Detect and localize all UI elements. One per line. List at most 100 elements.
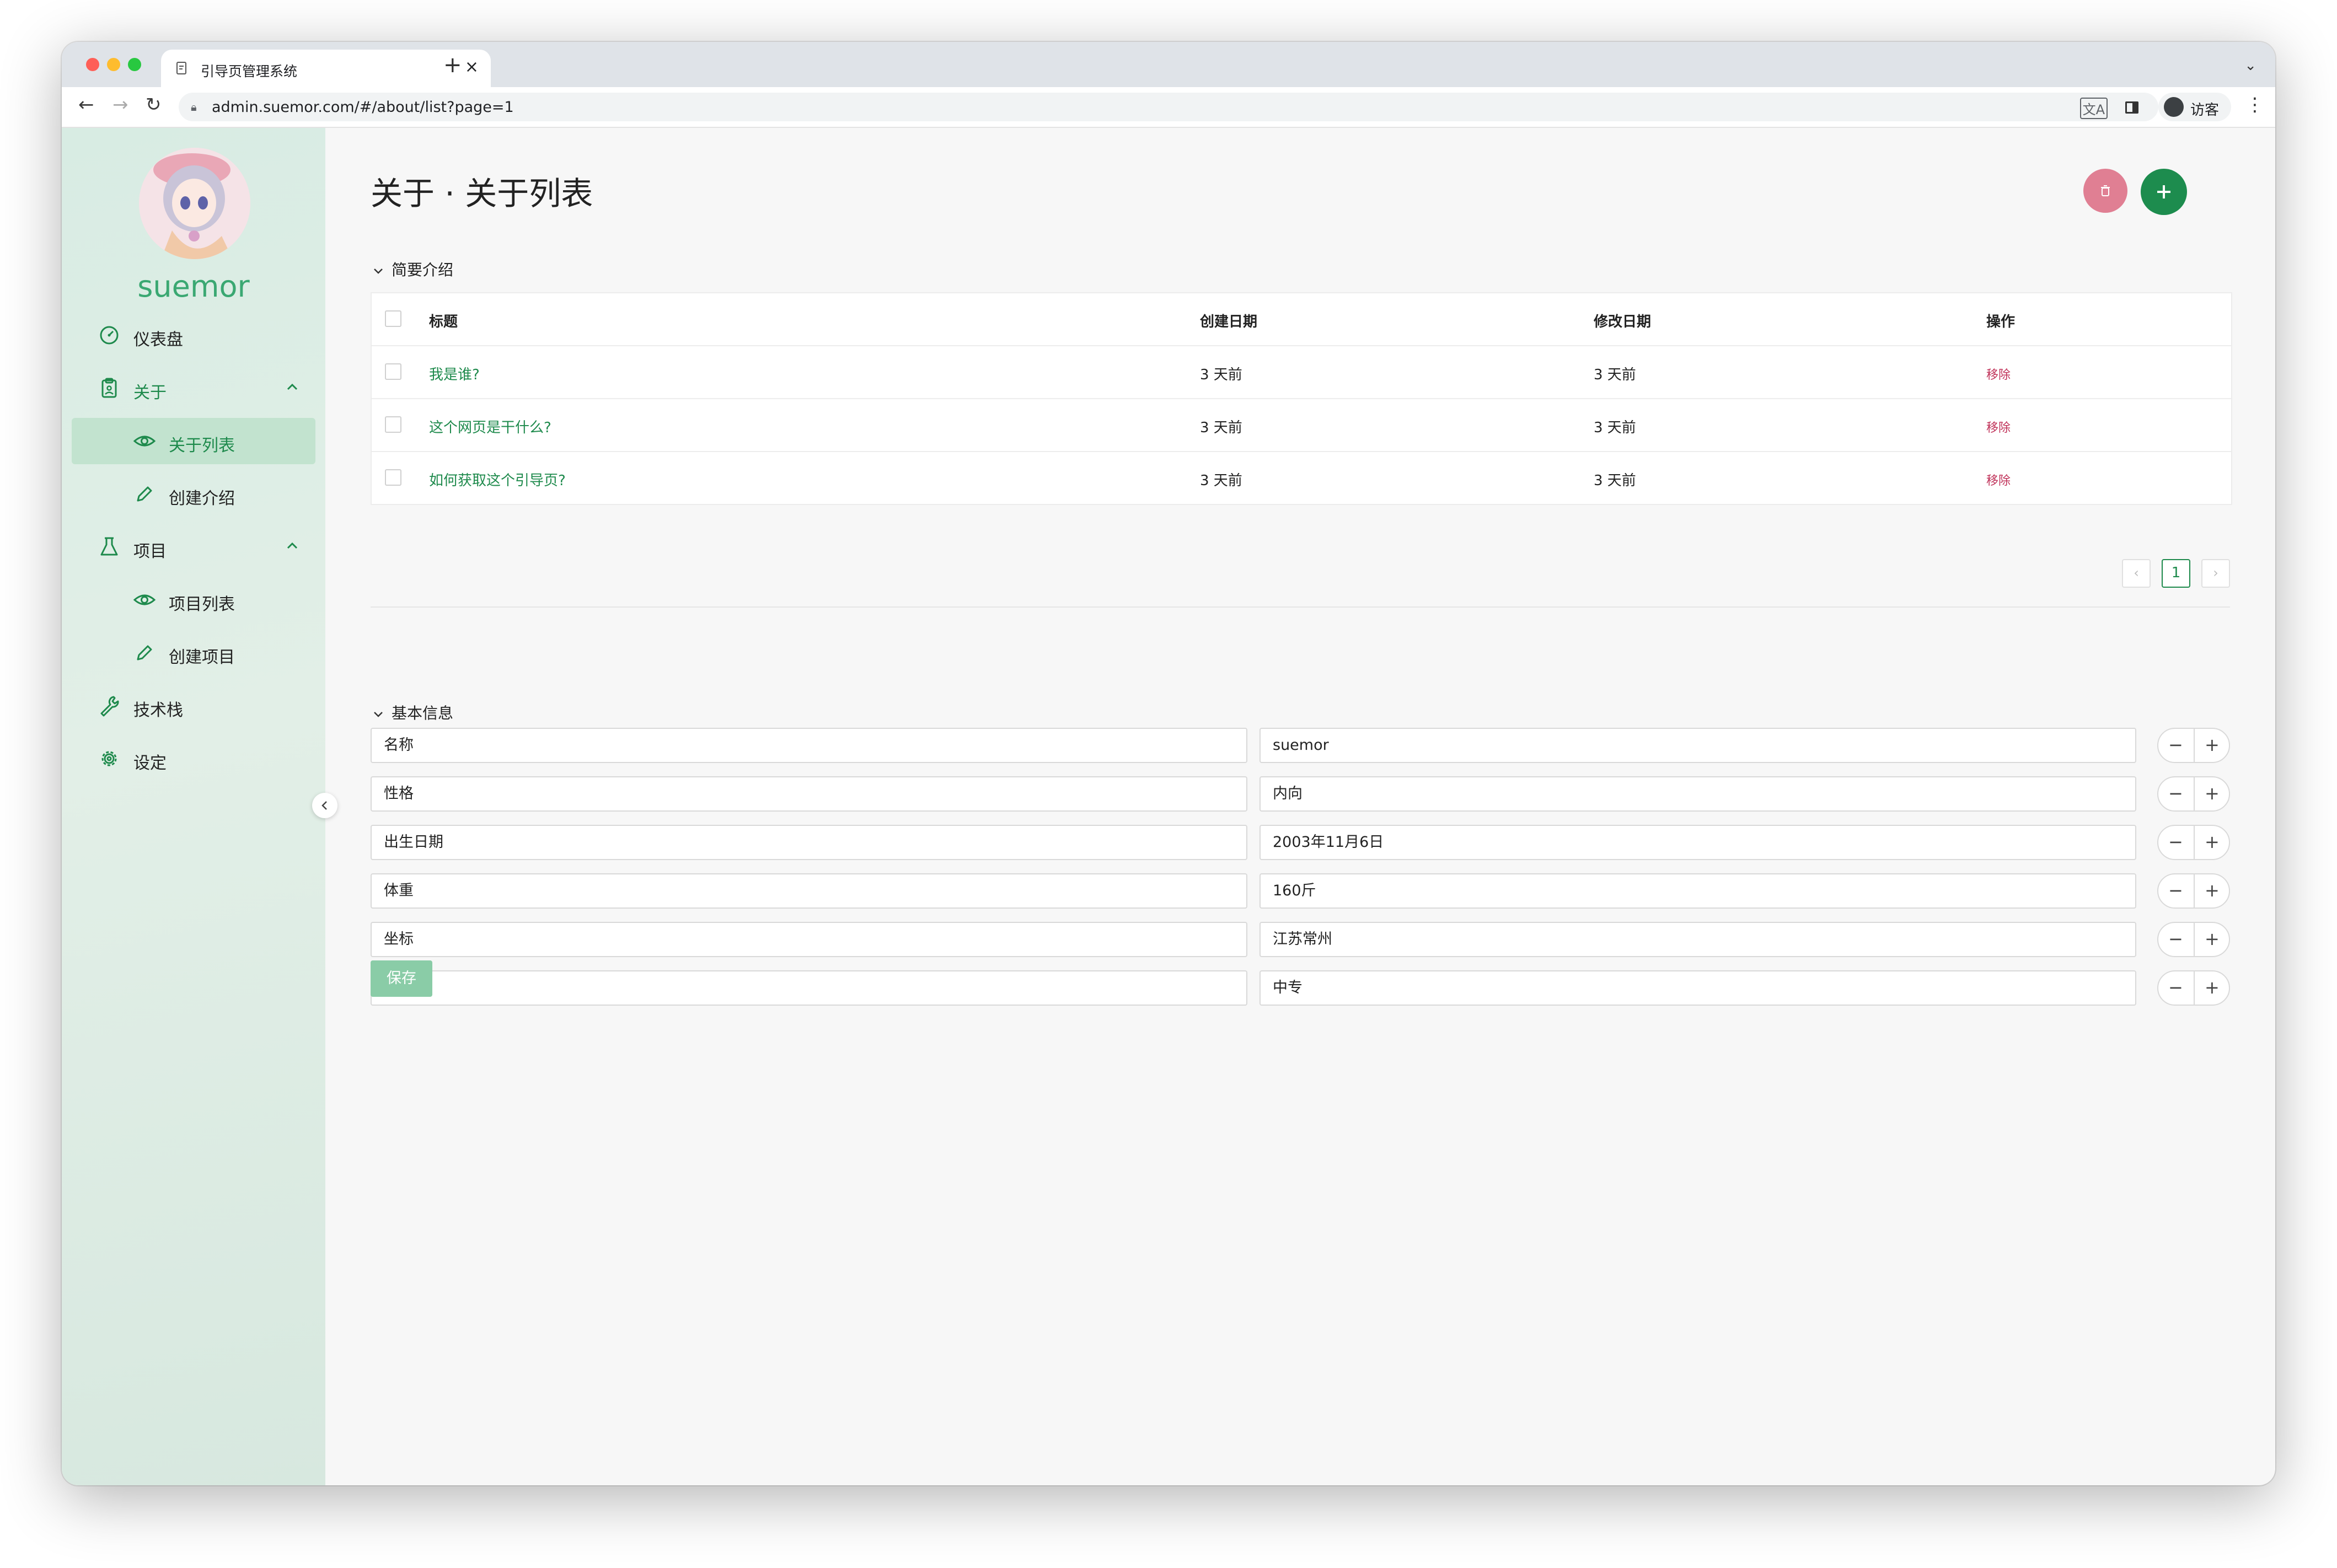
remove-row-icon[interactable]: − xyxy=(2168,783,2183,803)
wrench-icon xyxy=(100,696,119,717)
remove-row-icon[interactable]: − xyxy=(2168,880,2183,900)
basic-info-section-toggle[interactable]: 基本信息 xyxy=(372,701,453,723)
sidebar-item-about-list[interactable]: 关于列表 xyxy=(72,418,315,464)
select-all-checkbox[interactable] xyxy=(385,310,401,327)
column-header-title[interactable]: 标题 xyxy=(429,310,458,331)
lock-icon[interactable]: 🔒︎ xyxy=(191,100,197,114)
browser-tab[interactable]: 引导页管理系统 × xyxy=(161,50,491,87)
section-title: 基本信息 xyxy=(392,704,454,722)
tab-search-chevron-icon[interactable]: ⌄ xyxy=(2244,57,2256,74)
row-stepper: − + xyxy=(2157,873,2230,909)
browser-menu-icon[interactable]: ⋮ xyxy=(2245,94,2264,116)
sidebar-item-label: 设定 xyxy=(133,754,167,773)
row-created: 3 天前 xyxy=(1200,472,1242,489)
column-header-created[interactable]: 创建日期 xyxy=(1200,310,1257,331)
add-row-icon[interactable]: + xyxy=(2205,929,2220,949)
pencil-icon xyxy=(137,645,152,661)
tab-strip: 引导页管理系统 × + ⌄ xyxy=(62,42,2275,87)
sidebar-item-tech-stack[interactable]: 技术栈 xyxy=(72,683,315,729)
about-table: 标题 创建日期 修改日期 操作 我是谁? 3 天前 3 天前 移除 这个网页是干… xyxy=(371,292,2232,505)
remove-row-icon[interactable]: − xyxy=(2168,735,2183,755)
sidebar-item-project-list[interactable]: 项目列表 xyxy=(72,577,315,623)
chevron-down-icon xyxy=(374,269,383,274)
field-value-input[interactable]: 2003年11月6日 xyxy=(1259,825,2136,860)
section-divider xyxy=(371,606,2230,608)
chevron-up-icon[interactable] xyxy=(281,376,303,398)
field-value-input[interactable]: 江苏常州 xyxy=(1259,922,2136,957)
field-key-input[interactable]: 学历 xyxy=(371,970,1247,1006)
field-value-input[interactable]: suemor xyxy=(1259,728,2136,763)
sidebar-item-create-project[interactable]: 创建项目 xyxy=(72,630,315,676)
pagination-page-1[interactable]: 1 xyxy=(2162,559,2190,588)
sidebar-item-label: 关于 xyxy=(133,383,167,402)
browser-window: 引导页管理系统 × + ⌄ ← → ↻ 🔒︎ admin.suemor.com/… xyxy=(62,42,2275,1485)
sidebar-item-label: 项目列表 xyxy=(169,595,235,614)
pagination-prev-button[interactable]: ‹ xyxy=(2122,559,2151,588)
pencil-icon xyxy=(137,486,152,502)
row-checkbox[interactable] xyxy=(385,363,401,380)
trash-icon xyxy=(2101,185,2110,196)
intro-section-toggle[interactable]: 简要介绍 xyxy=(372,258,453,280)
remove-button[interactable]: 移除 xyxy=(1986,471,2011,488)
field-key-input[interactable]: 出生日期 xyxy=(371,825,1247,860)
profile-button[interactable]: 访客 xyxy=(2158,93,2231,121)
row-title-link[interactable]: 我是谁? xyxy=(429,363,480,384)
profile-name: 访客 xyxy=(2190,102,2220,119)
add-row-icon[interactable]: + xyxy=(2205,978,2220,997)
row-title-link[interactable]: 如何获取这个引导页? xyxy=(429,469,566,490)
remove-row-icon[interactable]: − xyxy=(2168,929,2183,949)
add-row-icon[interactable]: + xyxy=(2205,783,2220,803)
save-button[interactable]: 保存 xyxy=(371,960,432,997)
field-key-input[interactable]: 名称 xyxy=(371,728,1247,763)
delete-button[interactable] xyxy=(2083,169,2127,213)
remove-row-icon[interactable]: − xyxy=(2168,978,2183,997)
minimize-window-button[interactable] xyxy=(107,58,120,71)
sidebar-item-create-intro[interactable]: 创建介绍 xyxy=(72,471,315,517)
sidebar-item-projects[interactable]: 项目 xyxy=(72,524,315,570)
sidebar-collapse-button[interactable] xyxy=(312,793,337,818)
row-stepper: − + xyxy=(2157,825,2230,860)
forward-arrow-icon[interactable]: → xyxy=(112,94,128,116)
sidebar-item-label: 项目 xyxy=(133,542,167,561)
column-header-modified[interactable]: 修改日期 xyxy=(1594,310,1651,331)
row-checkbox[interactable] xyxy=(385,416,401,433)
remove-row-icon[interactable]: − xyxy=(2168,832,2183,852)
add-row-icon[interactable]: + xyxy=(2205,832,2220,852)
sidebar-item-label: 创建介绍 xyxy=(169,489,235,508)
field-key-input[interactable]: 性格 xyxy=(371,776,1247,812)
add-button[interactable] xyxy=(2141,169,2187,215)
field-key-input[interactable]: 坐标 xyxy=(371,922,1247,957)
side-panel-icon[interactable] xyxy=(2125,101,2138,114)
new-tab-button[interactable]: + xyxy=(443,54,462,76)
remove-button[interactable]: 移除 xyxy=(1986,418,2011,436)
sidebar-item-about[interactable]: 关于 xyxy=(72,365,315,411)
remove-button[interactable]: 移除 xyxy=(1986,365,2011,383)
address-bar[interactable]: 🔒︎ admin.suemor.com/#/about/list?page=1 … xyxy=(179,93,2158,121)
close-tab-icon[interactable]: × xyxy=(465,57,479,77)
field-value-input[interactable]: 160斤 xyxy=(1259,873,2136,909)
pagination-next-button[interactable]: › xyxy=(2201,559,2230,588)
field-key-input[interactable]: 体重 xyxy=(371,873,1247,909)
back-arrow-icon[interactable]: ← xyxy=(78,94,94,116)
sidebar-item-label: 仪表盘 xyxy=(133,330,183,350)
close-window-button[interactable] xyxy=(86,58,99,71)
field-value-input[interactable]: 中专 xyxy=(1259,970,2136,1006)
tab-title: 引导页管理系统 xyxy=(201,63,298,79)
chevron-up-icon[interactable] xyxy=(281,535,303,557)
row-checkbox[interactable] xyxy=(385,469,401,486)
sidebar-item-settings[interactable]: 设定 xyxy=(72,735,315,782)
browser-toolbar: ← → ↻ 🔒︎ admin.suemor.com/#/about/list?p… xyxy=(62,87,2275,128)
add-row-icon[interactable]: + xyxy=(2205,735,2220,755)
row-title-link[interactable]: 这个网页是干什么? xyxy=(429,416,551,437)
avatar xyxy=(139,148,250,259)
row-modified: 3 天前 xyxy=(1594,367,1636,383)
sidebar-item-dashboard[interactable]: 仪表盘 xyxy=(72,312,315,358)
field-value-input[interactable]: 内向 xyxy=(1259,776,2136,812)
maximize-window-button[interactable] xyxy=(128,58,141,71)
translate-icon[interactable]: 文A xyxy=(2079,98,2108,119)
add-row-icon[interactable]: + xyxy=(2205,880,2220,900)
reload-icon[interactable]: ↻ xyxy=(146,94,162,116)
url-text[interactable]: admin.suemor.com/#/about/list?page=1 xyxy=(212,99,514,116)
eye-icon xyxy=(133,436,156,447)
table-header-row: 标题 创建日期 修改日期 操作 xyxy=(372,293,2231,345)
